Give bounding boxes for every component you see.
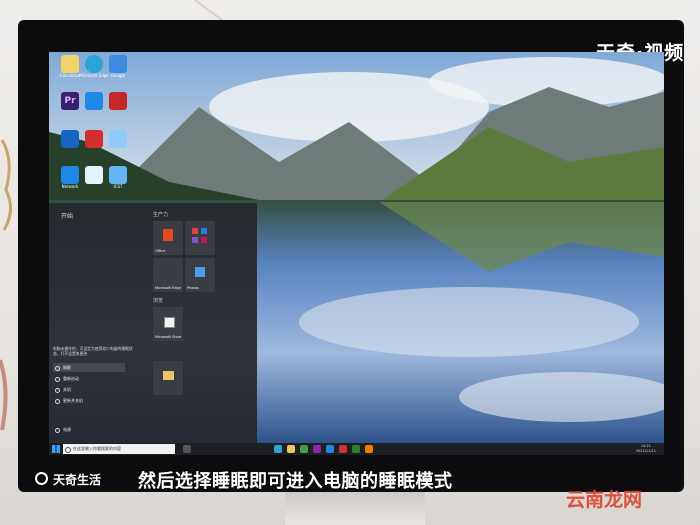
update-icon — [55, 399, 60, 404]
tile-edge[interactable]: Microsoft Edge — [153, 258, 183, 292]
taskbar-folder-icon[interactable] — [287, 445, 295, 453]
app-icon — [109, 166, 127, 184]
desktop-icon-app-3[interactable] — [101, 92, 135, 110]
folder-icon — [163, 371, 174, 380]
power-icon — [55, 428, 60, 433]
desktop-screen: Calculator Microsoft Edge Google Pr Netw… — [49, 52, 664, 455]
app-icon — [109, 130, 127, 148]
app-icon — [109, 55, 127, 73]
apps-grid-icon — [192, 228, 207, 243]
power-button[interactable]: 电源 — [53, 425, 125, 434]
taskbar-clock[interactable]: 14:21 2021/11/11 — [636, 444, 656, 454]
taskbar-chrome-icon[interactable] — [300, 445, 308, 453]
tiles-section-label: 生产力 — [153, 212, 169, 218]
restart-icon — [55, 377, 60, 382]
taskbar-app-icon-4[interactable] — [352, 445, 360, 453]
taskbar-app-icon[interactable] — [313, 445, 321, 453]
explore-section-label: 浏览 — [153, 298, 164, 304]
logo: 天奇生活 — [35, 471, 101, 487]
power-item-shutdown[interactable]: 关机 — [53, 385, 125, 394]
start-menu: 开始 生产力 Office Microsoft Edge Photos 浏览 M… — [49, 203, 257, 444]
decor-plant-top — [194, 0, 223, 21]
desktop-icon-icst[interactable]: ICST — [101, 166, 135, 189]
logo-mark-icon — [35, 472, 48, 485]
logo-text: 天奇生活 — [53, 473, 102, 487]
start-menu-title: 开始 — [61, 213, 74, 220]
desktop-icon-google[interactable]: Google — [101, 55, 135, 78]
windows-start-icon[interactable] — [52, 445, 60, 453]
power-item-update-shutdown[interactable]: 更新并关机 — [53, 396, 125, 405]
subtitle-caption: 然后选择睡眠即可进入电脑的睡眠模式 — [138, 471, 453, 492]
watermark: 云南龙网 — [566, 489, 643, 511]
store-icon — [164, 317, 175, 328]
taskbar-app-icon-2[interactable] — [326, 445, 334, 453]
shutdown-icon — [55, 388, 60, 393]
taskbar: 在这里输入你要搜索的内容 14:21 2021/11/11 — [49, 443, 664, 455]
power-item-restart[interactable]: 重新启动 — [53, 374, 125, 383]
tile-photos[interactable]: Photos — [185, 258, 215, 292]
sleep-icon — [55, 366, 60, 371]
tile-folder[interactable] — [153, 361, 183, 395]
decor-plant-left — [0, 139, 12, 431]
power-item-sleep[interactable]: 睡眠 — [53, 363, 125, 372]
taskbar-search-input[interactable]: 在这里输入你要搜索的内容 — [63, 444, 175, 454]
photos-icon — [195, 267, 205, 277]
task-view-icon[interactable] — [183, 445, 191, 453]
tile-store[interactable]: Microsoft Store — [153, 307, 183, 341]
app-icon — [109, 92, 127, 110]
start-menu-rail — [49, 203, 131, 444]
taskbar-edge-icon[interactable] — [274, 445, 282, 453]
office-icon — [163, 229, 173, 241]
taskbar-app-icon-3[interactable] — [339, 445, 347, 453]
tile-apps-grid[interactable] — [185, 221, 215, 255]
tile-office[interactable]: Office — [153, 221, 183, 255]
taskbar-app-icon-5[interactable] — [365, 445, 373, 453]
search-icon — [65, 447, 71, 453]
desktop-icon-app-6[interactable] — [101, 130, 135, 148]
